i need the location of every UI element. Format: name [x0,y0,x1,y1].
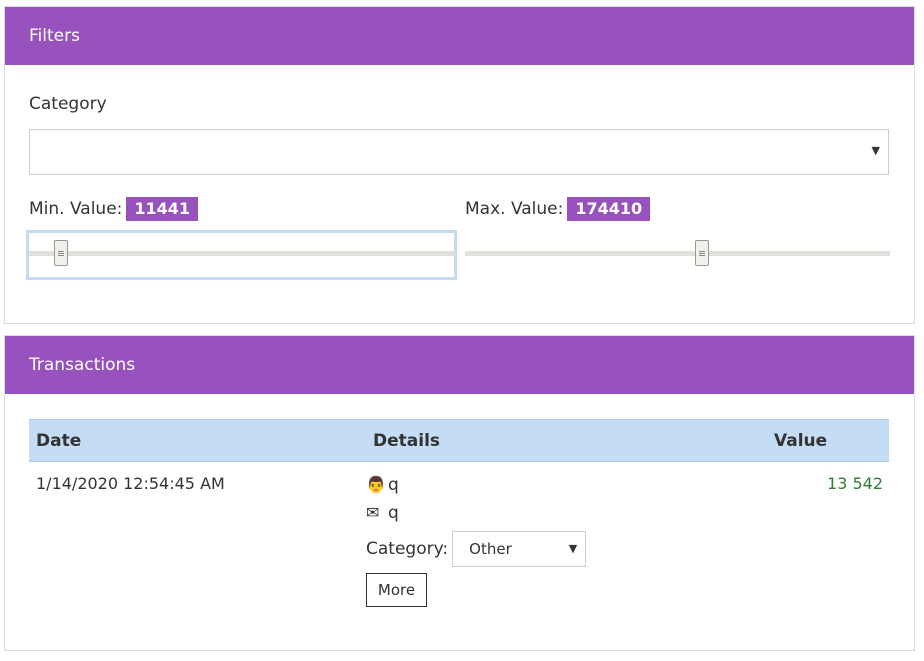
row-value: 13 542 [827,474,883,493]
row-category-select[interactable]: Other ▼ [452,531,587,567]
row-category-label: Category: [366,539,449,559]
min-value-label-group: Min. Value: 11441 [29,197,199,221]
max-value-label-group: Max. Value: 174410 [465,197,651,221]
row-category-value: Other [469,540,512,558]
filters-header: Filters [5,7,914,65]
person-line: 👨 q [366,474,774,502]
more-button[interactable]: More [366,573,427,607]
max-value-label: Max. Value: [465,199,564,219]
max-value-badge: 174410 [567,197,651,221]
table-row: 1/14/2020 12:54:45 AM 👨 q ✉ q Category: Ot… [29,462,889,612]
max-value-slider[interactable] [465,230,890,280]
category-label: Category [29,94,107,114]
transactions-header: Transactions [5,336,914,394]
chevron-down-icon: ▼ [871,144,880,157]
row-category: Category: Other ▼ [366,530,774,568]
row-details: 👨 q ✉ q Category: Other ▼ More [366,462,774,612]
category-select[interactable]: ▼ [29,129,889,175]
min-value-badge: 11441 [126,197,199,221]
min-slider-track [29,251,454,256]
transactions-table: Date Details Value 1/14/2020 12:54:45 AM… [29,419,889,612]
person-name: q [388,475,399,495]
transactions-panel: Transactions Date Details Value 1/14/202… [4,335,915,651]
min-value-slider[interactable] [26,230,457,280]
email-line: ✉ q [366,502,774,530]
min-value-label: Min. Value: [29,199,123,219]
email-text: q [388,503,399,523]
person-emoji-icon: 👨 [366,475,386,494]
max-slider-track [465,251,890,256]
table-header-row: Date Details Value [29,419,889,462]
row-date: 1/14/2020 12:54:45 AM [36,474,225,493]
max-slider-handle[interactable] [695,240,709,266]
column-header-details: Details [366,419,774,462]
column-header-value: Value [774,419,889,462]
filters-panel: Filters Category ▼ Min. Value: 11441 Max.… [4,6,915,324]
min-slider-handle[interactable] [54,240,68,266]
envelope-icon: ✉ [366,503,380,522]
column-header-date: Date [29,419,366,462]
chevron-down-icon: ▼ [568,542,578,555]
